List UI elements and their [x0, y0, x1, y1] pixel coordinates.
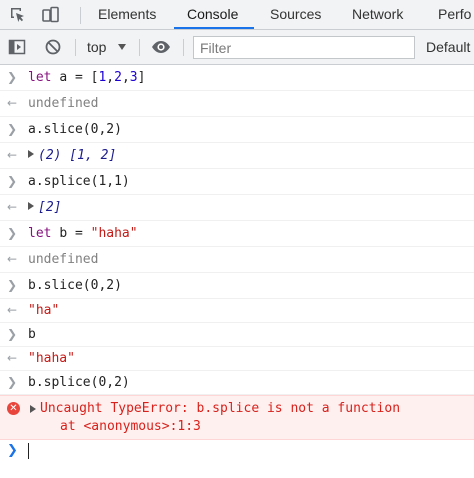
clear-console-icon[interactable] — [44, 38, 62, 56]
console-input-row: ❯ b — [0, 323, 474, 347]
console-output-row: ← undefined — [0, 247, 474, 273]
tabbar-divider — [80, 7, 81, 24]
chevron-down-icon[interactable] — [118, 44, 126, 50]
console-error-row[interactable]: ✕ Uncaught TypeError: b.splice is not a … — [0, 395, 474, 440]
console-output-row: ← undefined — [0, 91, 474, 117]
devtools-tab-bar: Elements Console Sources Network Perfo — [0, 0, 474, 30]
console-output-text: undefined — [28, 96, 99, 111]
console-input-text: let b = "haha" — [28, 226, 138, 241]
tab-sources[interactable]: Sources — [270, 0, 321, 29]
log-levels-selector[interactable]: Default — [426, 30, 470, 64]
return-arrow-icon: ← — [7, 148, 18, 162]
toolbar-divider — [75, 39, 76, 56]
device-toolbar-icon[interactable] — [42, 6, 60, 24]
tab-elements[interactable]: Elements — [98, 0, 156, 29]
toolbar-divider — [139, 39, 140, 56]
return-arrow-icon: ← — [7, 96, 18, 110]
console-output-row: ← "haha" — [0, 347, 474, 371]
console-input-text: let a = [1,2,3] — [28, 70, 146, 85]
console-output-text: (2) [1, 2] — [38, 148, 117, 163]
console-output-text: undefined — [28, 252, 99, 267]
error-icon: ✕ — [7, 402, 20, 415]
return-arrow-icon: ← — [7, 200, 18, 214]
console-output-text: "haha" — [28, 351, 75, 366]
sidebar-toggle-icon[interactable] — [8, 38, 26, 56]
tab-network[interactable]: Network — [352, 0, 403, 29]
console-input-text: b.slice(0,2) — [28, 278, 122, 293]
chevron-right-icon: ❯ — [7, 375, 18, 389]
error-message: Uncaught TypeError: b.splice is not a fu… — [40, 401, 401, 416]
tab-performance[interactable]: Perfo — [438, 0, 471, 29]
console-output-text: [2] — [38, 200, 62, 215]
console-output-row[interactable]: ← [2] — [0, 195, 474, 221]
expandable-array[interactable]: (2) [1, 2] — [28, 148, 116, 163]
inspect-element-icon[interactable] — [9, 6, 27, 24]
console-input-row: ❯ let b = "haha" — [0, 221, 474, 247]
chevron-right-icon: ❯ — [7, 327, 18, 341]
expand-triangle-icon[interactable] — [28, 150, 34, 158]
console-prompt-input[interactable] — [28, 443, 29, 459]
console-output-text: "ha" — [28, 303, 60, 318]
console-input-row: ❯ b.splice(0,2) — [0, 371, 474, 395]
chevron-right-icon: ❯ — [7, 174, 18, 188]
console-input-row: ❯ a.splice(1,1) — [0, 169, 474, 195]
eye-icon[interactable] — [151, 38, 170, 56]
error-stack-trace[interactable]: at <anonymous>:1:3 — [60, 419, 201, 434]
chevron-right-icon: ❯ — [7, 70, 18, 84]
console-input-row: ❯ a.slice(0,2) — [0, 117, 474, 143]
console-output-row: ← "ha" — [0, 299, 474, 323]
active-tab-indicator — [174, 27, 254, 29]
chevron-right-icon: ❯ — [7, 278, 18, 292]
return-arrow-icon: ← — [7, 252, 18, 266]
tab-console[interactable]: Console — [187, 0, 238, 29]
console-input-text: a.slice(0,2) — [28, 122, 122, 137]
chevron-right-icon: ❯ — [7, 226, 18, 240]
console-input-text: b.splice(0,2) — [28, 375, 130, 390]
console-prompt-icon: ❯ — [7, 443, 18, 458]
console-toolbar: top Default — [0, 30, 474, 65]
console-output-row[interactable]: ← (2) [1, 2] — [0, 143, 474, 169]
expand-triangle-icon[interactable] — [28, 202, 34, 210]
console-input-text: a.splice(1,1) — [28, 174, 130, 189]
expandable-array[interactable]: [2] — [28, 200, 61, 215]
toolbar-divider — [183, 39, 184, 56]
chevron-right-icon: ❯ — [7, 122, 18, 136]
console-output[interactable]: ❯ let a = [1,2,3] ← undefined ❯ a.slice(… — [0, 65, 474, 478]
console-input-row: ❯ b.slice(0,2) — [0, 273, 474, 299]
return-arrow-icon: ← — [7, 303, 18, 317]
return-arrow-icon: ← — [7, 351, 18, 365]
context-selector[interactable]: top — [87, 30, 106, 64]
filter-input[interactable] — [193, 36, 415, 59]
console-input-row: ❯ let a = [1,2,3] — [0, 65, 474, 91]
console-input-text: b — [28, 327, 36, 342]
expand-triangle-icon[interactable] — [30, 405, 36, 413]
